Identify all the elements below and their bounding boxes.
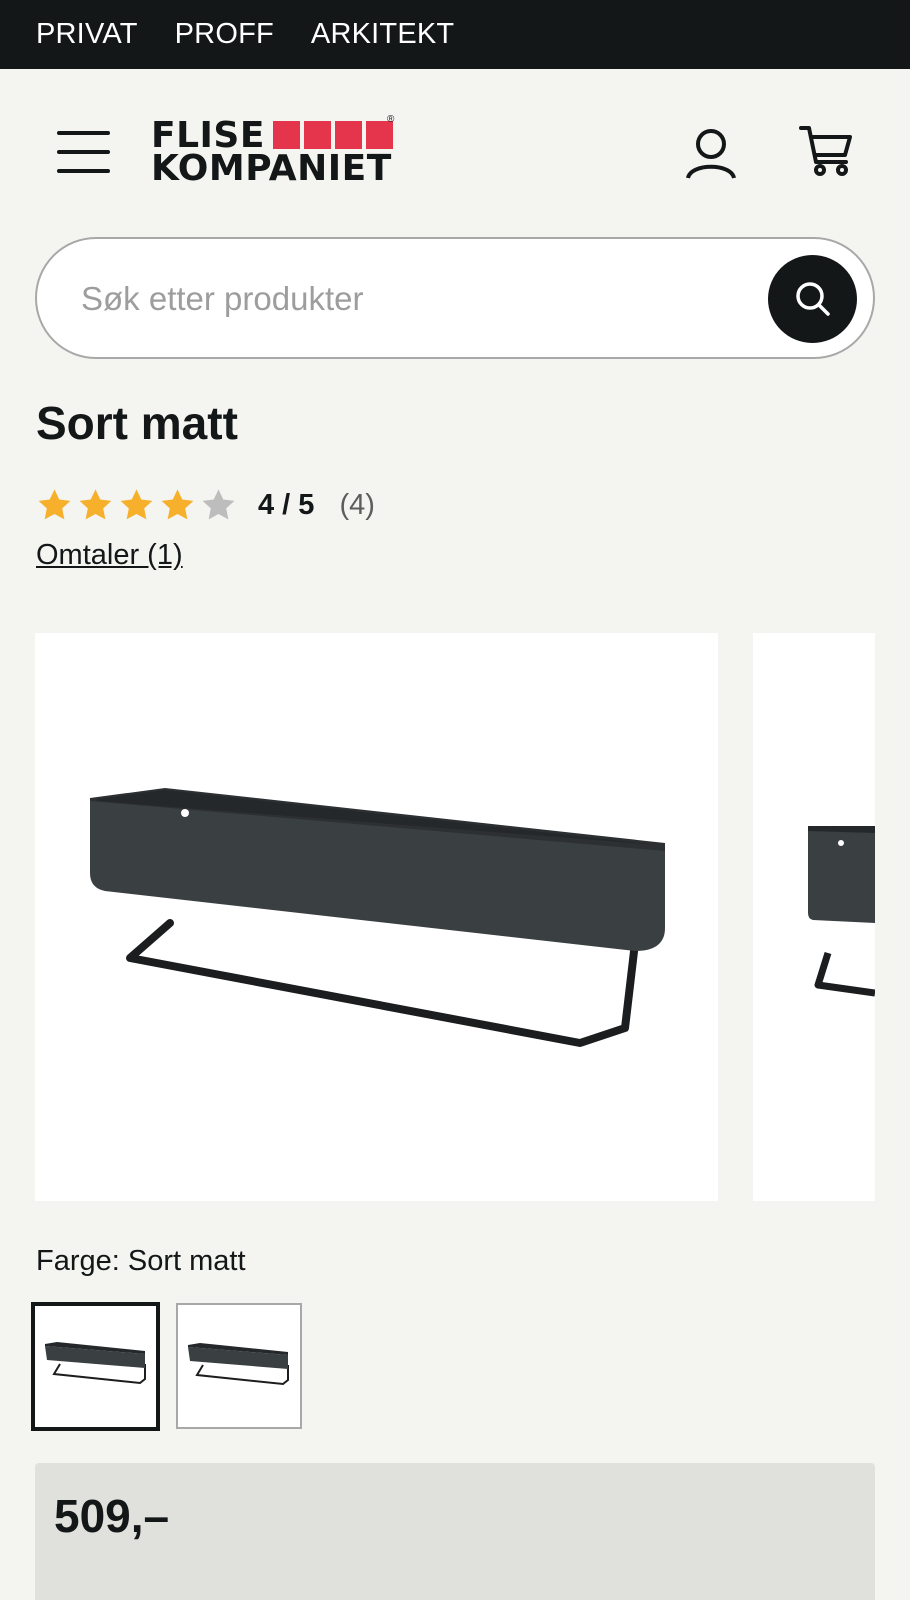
- rating: 4 / 5 (4): [36, 484, 375, 526]
- star-empty-icon: [202, 488, 235, 519]
- star-filled-icon: [120, 488, 153, 519]
- reviews-link[interactable]: Omtaler (1): [36, 539, 183, 572]
- logo[interactable]: FLISE ® KOMPANIET: [151, 114, 401, 189]
- product-image-next[interactable]: [753, 633, 875, 1201]
- color-swatch[interactable]: [176, 1303, 302, 1429]
- search-input[interactable]: [81, 269, 741, 329]
- product-price: 509,–: [54, 1490, 170, 1542]
- search-icon: [795, 282, 830, 316]
- user-icon[interactable]: [683, 126, 739, 182]
- search-bar: [35, 237, 875, 359]
- nav-link-arkitekt[interactable]: ARKITEKT: [311, 18, 454, 51]
- product-title: Sort matt: [36, 397, 238, 449]
- color-label: Farge: Sort matt: [36, 1245, 246, 1277]
- menu-icon[interactable]: [57, 131, 110, 173]
- nav-link-proff[interactable]: PROFF: [175, 18, 274, 51]
- cart-icon[interactable]: [799, 124, 855, 180]
- audience-nav: PRIVAT PROFF ARKITEKT: [0, 0, 910, 69]
- rating-score: 4 / 5: [258, 488, 315, 521]
- product-image[interactable]: [35, 633, 718, 1201]
- logo-registered-mark: ®: [387, 114, 395, 125]
- rating-count: (4): [339, 488, 375, 521]
- nav-link-privat[interactable]: PRIVAT: [36, 18, 138, 51]
- star-filled-icon: [161, 488, 194, 519]
- search-button[interactable]: [768, 255, 857, 343]
- logo-squares: [273, 121, 393, 149]
- color-swatch-selected[interactable]: [31, 1302, 160, 1431]
- star-filled-icon: [79, 488, 112, 519]
- star-filled-icon: [38, 488, 71, 519]
- price-box: 509,–: [35, 1463, 875, 1600]
- rating-stars: [36, 487, 237, 524]
- logo-line-2: KOMPANIET: [151, 148, 392, 189]
